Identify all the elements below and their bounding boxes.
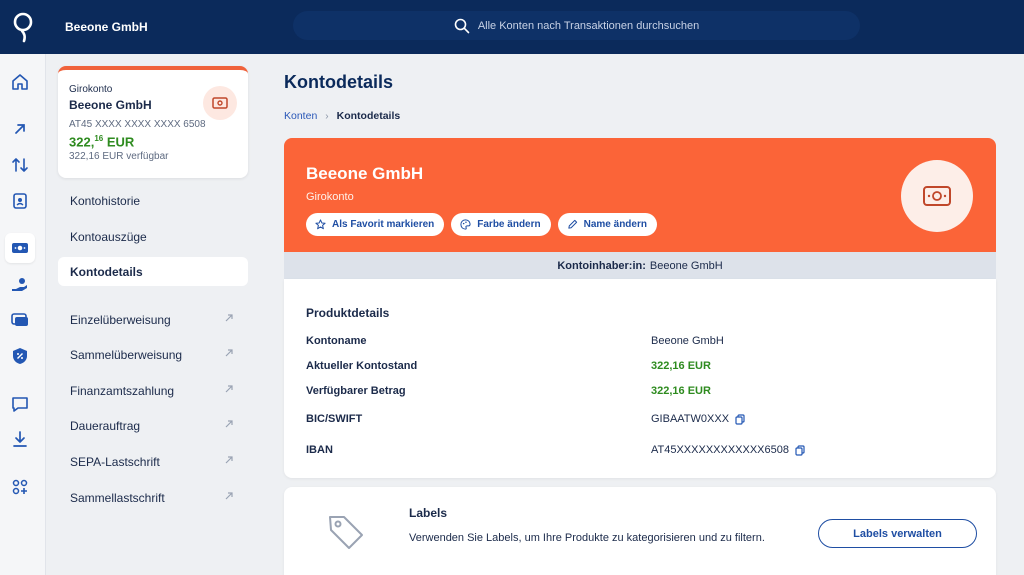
- search-bar[interactable]: Alle Konten nach Transaktionen durchsuch…: [293, 11, 860, 40]
- product-details-card: Produktdetails Kontoname Beeone GmbH Akt…: [284, 279, 996, 478]
- contacts-book-icon[interactable]: [5, 186, 35, 216]
- icon-rail: [0, 54, 46, 575]
- pencil-icon: [567, 219, 577, 229]
- account-card[interactable]: Girokonto Beeone GmbH AT45 XXXX XXXX XXX…: [58, 66, 248, 178]
- palette-icon: [460, 219, 471, 230]
- search-placeholder: Alle Konten nach Transaktionen durchsuch…: [477, 19, 700, 32]
- nav-item-einzelueberweisung[interactable]: Einzelüberweisung: [58, 305, 248, 334]
- nav-item-sepa-lastschrift[interactable]: SEPA-Lastschrift: [58, 447, 248, 476]
- labels-title: Labels: [409, 506, 448, 520]
- transfer-arrows-icon[interactable]: [5, 150, 35, 180]
- external-arrow-icon: [225, 349, 233, 357]
- chat-icon[interactable]: [5, 389, 35, 419]
- change-color-button[interactable]: Farbe ändern: [451, 213, 551, 236]
- account-iban: AT45 XXXX XXXX XXXX 6508: [69, 119, 206, 130]
- detail-label-kontoname: Kontoname: [306, 335, 367, 347]
- hero-account-name: Beeone GmbH: [306, 164, 424, 183]
- detail-label-kontostand: Aktueller Kontostand: [306, 360, 418, 372]
- external-arrow-icon: [225, 314, 233, 322]
- breadcrumb-current: Kontodetails: [336, 110, 401, 122]
- owner-label: Kontoinhaber:in:: [557, 259, 646, 272]
- external-arrow-icon: [225, 385, 233, 393]
- nav-item-kontoauszuege[interactable]: Kontoauszüge: [58, 222, 248, 251]
- hand-coin-icon[interactable]: [5, 270, 35, 300]
- hero-account-type: Girokonto: [306, 191, 354, 203]
- breadcrumb-link-konten[interactable]: Konten: [284, 110, 317, 122]
- external-arrow-icon: [225, 456, 233, 464]
- labels-card: Labels Verwenden Sie Labels, um Ihre Pro…: [284, 487, 996, 575]
- favorite-button[interactable]: Als Favorit markieren: [306, 213, 445, 236]
- labels-description: Verwenden Sie Labels, um Ihre Produkte z…: [409, 532, 765, 544]
- download-icon[interactable]: [5, 424, 35, 454]
- nav-item-kontohistorie[interactable]: Kontohistorie: [58, 186, 248, 215]
- tag-icon: [329, 516, 363, 549]
- owner-value: Beeone GmbH: [649, 259, 723, 272]
- detail-value-kontostand: 322,16 EUR: [651, 360, 711, 372]
- rename-button[interactable]: Name ändern: [557, 213, 657, 236]
- logo-icon[interactable]: [0, 0, 46, 54]
- nav-item-sammelueberweisung[interactable]: Sammelüberweisung: [58, 340, 248, 369]
- account-balance: 322,16 EUR: [69, 134, 135, 150]
- shield-percent-icon[interactable]: [5, 341, 35, 371]
- detail-value-iban: AT45XXXXXXXXXXXX6508: [651, 444, 805, 456]
- details-title: Produktdetails: [306, 306, 390, 320]
- nav-item-dauerauftrag[interactable]: Dauerauftrag: [58, 411, 248, 440]
- copy-icon[interactable]: [735, 413, 745, 425]
- external-arrow-icon: [225, 492, 233, 500]
- nav-item-finanzamtszahlung[interactable]: Finanzamtszahlung: [58, 376, 248, 405]
- breadcrumb: Konten › Kontodetails: [284, 110, 400, 122]
- account-money-icon: [901, 160, 973, 232]
- account-money-icon: [203, 86, 237, 120]
- external-arrow-icon: [225, 420, 233, 428]
- detail-value-bic: GIBAATW0XXX: [651, 413, 745, 425]
- account-available: 322,16 EUR verfügbar: [69, 151, 169, 163]
- apps-plus-icon[interactable]: [5, 472, 35, 502]
- search-icon: [454, 18, 470, 33]
- top-bar: Beeone GmbH Alle Konten nach Transaktion…: [0, 0, 1024, 54]
- org-name[interactable]: Beeone GmbH: [65, 20, 148, 34]
- chevron-right-icon: ›: [325, 110, 329, 122]
- copy-icon[interactable]: [795, 444, 805, 456]
- cards-icon[interactable]: [5, 305, 35, 335]
- star-icon: [315, 219, 326, 230]
- account-owner-bar: Kontoinhaber:in: Beeone GmbH: [284, 252, 996, 279]
- arrow-up-right-icon[interactable]: [5, 114, 35, 144]
- account-money-icon[interactable]: [5, 233, 35, 263]
- detail-value-kontoname: Beeone GmbH: [651, 335, 724, 347]
- account-hero: Beeone GmbH Girokonto Als Favorit markie…: [284, 138, 996, 252]
- nav-item-sammellastschrift[interactable]: Sammellastschrift: [58, 483, 248, 512]
- page-title: Kontodetails: [284, 72, 394, 92]
- nav-item-kontodetails[interactable]: Kontodetails: [58, 257, 248, 286]
- detail-label-verfuegbar: Verfügbarer Betrag: [306, 385, 406, 397]
- detail-label-iban: IBAN: [306, 444, 333, 456]
- detail-label-bic: BIC/SWIFT: [306, 413, 363, 425]
- detail-value-verfuegbar: 322,16 EUR: [651, 385, 711, 397]
- home-icon[interactable]: [5, 67, 35, 97]
- manage-labels-button[interactable]: Labels verwalten: [818, 519, 977, 548]
